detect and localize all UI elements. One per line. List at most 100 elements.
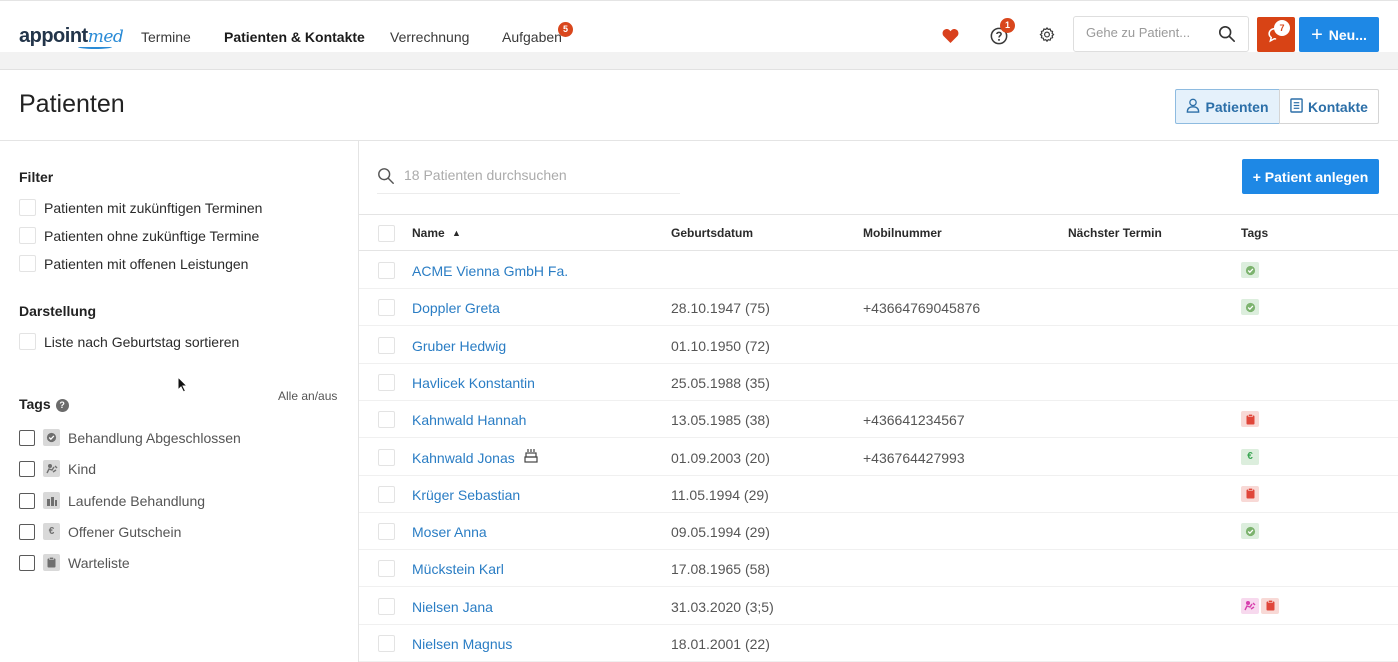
tag-filter-behandlung-abgeschlossen[interactable]: Behandlung Abgeschlossen — [19, 429, 241, 446]
clipboard-icon — [1241, 411, 1259, 428]
table-row[interactable]: Kahnwald Jonas 01.09.2003 (20) +4367644279… — [359, 439, 1398, 476]
tag-filter-laufende-behandlung[interactable]: Laufende Behandlung — [19, 492, 205, 509]
table-row[interactable]: Doppler Greta 28.10.1947 (75) +43664769045… — [359, 289, 1398, 327]
patient-birthdate: 18.01.2001 (22) — [671, 636, 770, 652]
patient-quick-search-input[interactable] — [1086, 25, 1211, 40]
column-mobile[interactable]: Mobilnummer — [863, 226, 942, 240]
checkbox[interactable] — [19, 227, 36, 244]
patient-birthdate: 01.09.2003 (20) — [671, 449, 770, 466]
patient-name-link[interactable]: Kahnwald Hannah — [412, 412, 526, 428]
table-row[interactable]: Mückstein Karl 17.08.1965 (58) — [359, 550, 1398, 588]
toggle-contacts[interactable]: Kontakte — [1279, 89, 1379, 124]
row-checkbox[interactable] — [378, 560, 395, 578]
table-row[interactable]: Kahnwald Hannah 13.05.1985 (38) +436641234… — [359, 401, 1398, 439]
favorites-heart-icon[interactable] — [940, 25, 960, 45]
child-icon — [43, 460, 60, 477]
nav-aufgaben[interactable]: Aufgaben — [502, 29, 562, 45]
table-row[interactable]: Nielsen Magnus 18.01.2001 (22) — [359, 625, 1398, 662]
filter-open-services[interactable]: Patienten mit offenen Leistungen — [19, 255, 248, 272]
display-heading: Darstellung — [19, 303, 97, 319]
nav-termine[interactable]: Termine — [141, 29, 191, 45]
table-row[interactable]: Moser Anna 09.05.1994 (29) — [359, 513, 1398, 551]
header-divider — [0, 140, 1398, 141]
sort-ascending-icon: ▲ — [452, 228, 461, 238]
patient-name-link[interactable]: Krüger Sebastian — [412, 487, 520, 503]
checkbox[interactable] — [19, 554, 35, 571]
nav-patienten-kontakte[interactable]: Patienten & Kontakte — [224, 29, 365, 45]
filter-future-appointments[interactable]: Patienten mit zukünftigen Terminen — [19, 199, 262, 216]
toggle-patients[interactable]: Patienten — [1175, 89, 1280, 124]
row-checkbox[interactable] — [378, 485, 395, 503]
patient-mobile: +436641234567 — [863, 412, 965, 429]
treatment-icon — [43, 492, 60, 509]
nav-verrechnung[interactable]: Verrechnung — [390, 29, 469, 45]
patient-tags: € — [1241, 448, 1259, 465]
patient-name-link[interactable]: Havlicek Konstantin — [412, 375, 535, 391]
row-checkbox[interactable] — [378, 373, 395, 391]
patient-name-link[interactable]: Doppler Greta — [412, 300, 500, 316]
table-row[interactable]: Nielsen Jana 31.03.2020 (3;5) — [359, 588, 1398, 625]
patient-tags — [1241, 299, 1259, 316]
select-all-checkbox[interactable] — [378, 225, 395, 242]
patient-name-link[interactable]: Mückstein Karl — [412, 561, 504, 577]
checkbox[interactable] — [19, 523, 35, 540]
table-row[interactable]: Gruber Hedwig 01.10.1950 (72) — [359, 327, 1398, 364]
patient-tags — [1241, 411, 1259, 428]
column-dob[interactable]: Geburtsdatum — [671, 226, 753, 240]
tags-help-icon[interactable]: ? — [55, 398, 69, 412]
tag-filter-offener-gutschein[interactable]: € Offener Gutschein — [19, 523, 181, 540]
help-count-badge: 1 — [1000, 18, 1015, 33]
search-icon[interactable] — [1218, 25, 1236, 48]
address-book-icon — [1290, 97, 1303, 116]
table-row[interactable]: Havlicek Konstantin 25.05.1988 (35) — [359, 364, 1398, 401]
patient-list-search — [377, 158, 680, 194]
search-icon — [377, 167, 395, 190]
checkbox[interactable] — [19, 492, 35, 509]
nav-separator — [0, 52, 1398, 70]
row-checkbox[interactable] — [378, 299, 395, 317]
sort-by-birthday-option[interactable]: Liste nach Geburtstag sortieren — [19, 333, 239, 350]
patient-list-search-input[interactable] — [404, 167, 664, 183]
row-checkbox[interactable] — [378, 336, 395, 354]
column-name[interactable]: Name ▲ — [412, 226, 461, 240]
display-option-label: Liste nach Geburtstag sortieren — [44, 333, 240, 350]
tag-filter-warteliste[interactable]: Warteliste — [19, 554, 130, 571]
chat-button[interactable]: 7 — [1257, 17, 1295, 52]
patient-name-link[interactable]: Nielsen Jana — [412, 599, 493, 615]
new-button-label: Neu... — [1328, 26, 1367, 43]
row-checkbox[interactable] — [378, 635, 395, 652]
patient-tags — [1241, 597, 1279, 614]
table-row[interactable]: Krüger Sebastian 11.05.1994 (29) — [359, 476, 1398, 513]
patient-name-link[interactable]: Kahnwald Jonas — [412, 450, 515, 466]
checkbox[interactable] — [19, 333, 36, 350]
row-checkbox[interactable] — [378, 262, 395, 279]
row-checkbox[interactable] — [378, 597, 395, 615]
column-next-appointment[interactable]: Nächster Termin — [1068, 226, 1162, 240]
column-tags: Tags — [1241, 226, 1269, 240]
add-patient-button[interactable]: + Patient anlegen — [1242, 159, 1379, 194]
patient-name-link[interactable]: Gruber Hedwig — [412, 338, 506, 354]
row-checkbox[interactable] — [378, 411, 395, 429]
tag-filter-kind[interactable]: Kind — [19, 460, 96, 477]
patient-quick-search — [1073, 16, 1249, 52]
settings-gear-icon[interactable] — [1037, 25, 1057, 45]
filter-no-future-appointments[interactable]: Patienten ohne zukünftige Termine — [19, 227, 259, 244]
new-button[interactable]: + Neu... — [1299, 17, 1379, 52]
clipboard-icon — [43, 554, 60, 571]
checkbox[interactable] — [19, 255, 36, 272]
patient-name-link[interactable]: ACME Vienna GmbH Fa. — [412, 263, 568, 279]
patient-name-link[interactable]: Nielsen Magnus — [412, 636, 512, 652]
clipboard-icon — [1241, 485, 1259, 502]
patient-birthdate: 09.05.1994 (29) — [671, 524, 770, 541]
table-row[interactable]: ACME Vienna GmbH Fa. — [359, 252, 1398, 289]
toggle-all-tags-link[interactable]: Alle an/aus — [278, 389, 337, 403]
checkbox[interactable] — [19, 429, 35, 446]
row-checkbox[interactable] — [378, 448, 395, 466]
mouse-cursor-icon — [177, 376, 188, 393]
checkbox[interactable] — [19, 460, 35, 477]
child-icon — [1241, 597, 1259, 614]
checkbox[interactable] — [19, 199, 36, 216]
patient-name-link[interactable]: Moser Anna — [412, 524, 487, 540]
row-checkbox[interactable] — [378, 523, 395, 541]
tag-label: Offener Gutschein — [68, 523, 182, 540]
